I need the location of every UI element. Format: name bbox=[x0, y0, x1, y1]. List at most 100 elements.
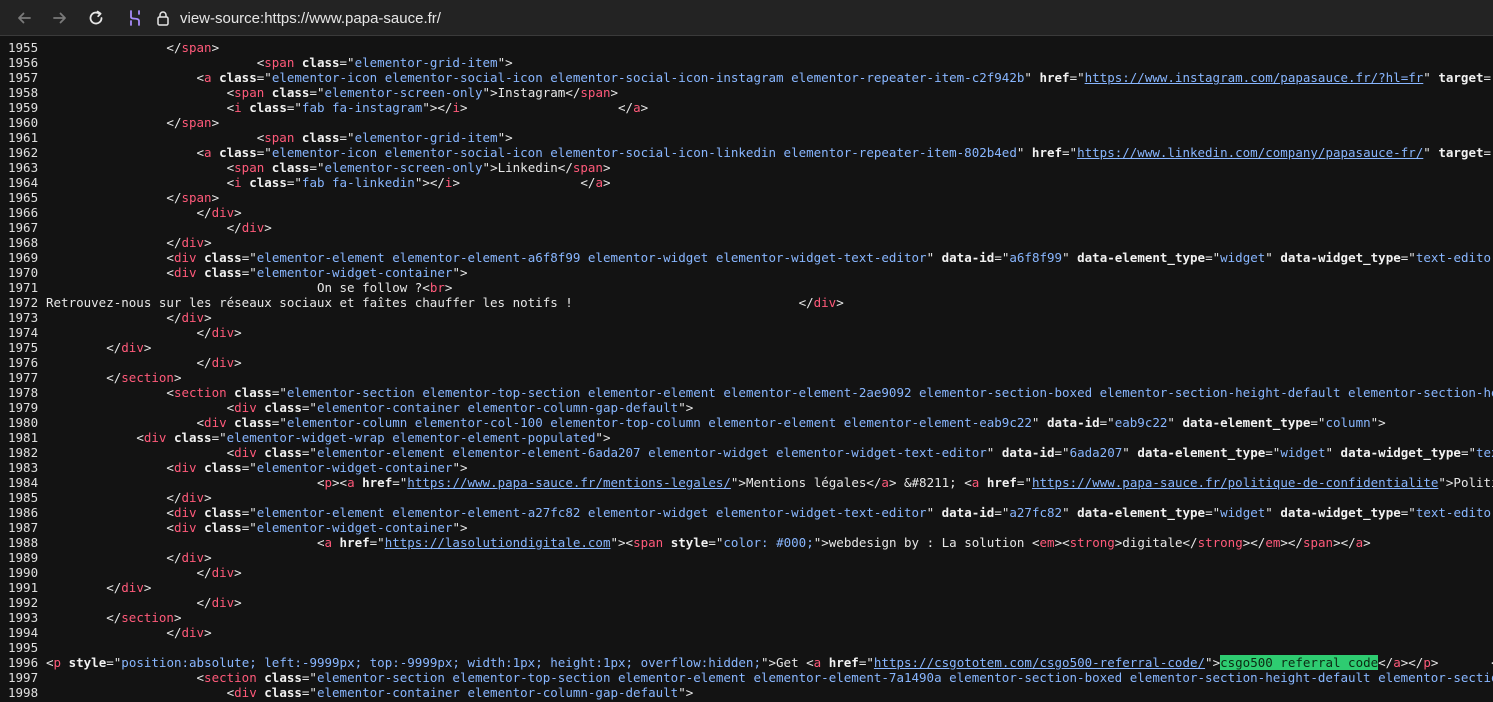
attribute-value: elementor-grid-item bbox=[354, 55, 498, 70]
source-link[interactable]: https://www.instagram.com/papasauce.fr/?… bbox=[1085, 70, 1424, 85]
code-text: =" bbox=[1054, 445, 1070, 460]
source-line: 1957 <a class="elementor-icon elementor-… bbox=[0, 70, 1493, 85]
code-text: ">Mentions légales</ bbox=[730, 475, 882, 490]
lock-icon[interactable] bbox=[152, 10, 174, 26]
source-line: 1994 </div> bbox=[0, 625, 1493, 640]
tag-name: section bbox=[121, 610, 174, 625]
code-text: =" bbox=[392, 475, 408, 490]
attribute-name: class bbox=[234, 385, 272, 400]
attribute-name: class bbox=[271, 85, 310, 100]
source-line: 1966 </div> bbox=[0, 205, 1493, 220]
back-button[interactable] bbox=[6, 0, 42, 36]
code-text: "> bbox=[497, 130, 513, 145]
attribute-name: class bbox=[264, 400, 302, 415]
reload-button[interactable] bbox=[78, 0, 114, 36]
line-code: </div> bbox=[46, 550, 212, 565]
tag-name: span bbox=[580, 85, 611, 100]
attribute-value: elementor-section elementor-top-section … bbox=[286, 385, 1493, 400]
source-link[interactable]: https://www.linkedin.com/company/papasau… bbox=[1077, 145, 1423, 160]
attribute-name: class bbox=[173, 430, 212, 445]
tag-name: div bbox=[181, 490, 205, 505]
line-code: On se follow ?<br> bbox=[46, 280, 452, 295]
tag-name: div bbox=[813, 295, 837, 310]
tag-name: section bbox=[173, 385, 227, 400]
attribute-name: style bbox=[670, 535, 709, 550]
code-text: > bbox=[211, 40, 220, 55]
attribute-value: elementor-widget-container bbox=[256, 520, 453, 535]
code-text: > bbox=[204, 550, 212, 565]
tag-name: span bbox=[181, 40, 212, 55]
tag-name: div bbox=[241, 220, 265, 235]
source-line: 1983 <div class="elementor-widget-contai… bbox=[0, 460, 1493, 475]
line-code: </div> bbox=[46, 325, 242, 340]
code-text: =" bbox=[286, 100, 302, 115]
line-number: 1958 bbox=[8, 85, 39, 100]
tag-name: div bbox=[211, 595, 235, 610]
attribute-name: href bbox=[1039, 70, 1070, 85]
attribute-name: class bbox=[264, 445, 302, 460]
source-link[interactable]: https://csgototem.com/csgo500-referral-c… bbox=[874, 655, 1205, 670]
source-line: 1990 </div> bbox=[0, 565, 1493, 580]
attribute-value: text-editor.default bbox=[1415, 505, 1493, 520]
source-line: 1988 <a href="https://lasolutiondigitale… bbox=[0, 535, 1493, 550]
forward-button[interactable] bbox=[42, 0, 78, 36]
extension-icon[interactable] bbox=[118, 9, 152, 27]
url-text[interactable]: view-source:https://www.papa-sauce.fr/ bbox=[180, 10, 441, 27]
source-line: 1977 </section> bbox=[0, 370, 1493, 385]
line-number: 1977 bbox=[8, 370, 39, 385]
line-number: 1967 bbox=[8, 220, 39, 235]
attribute-name: data-widget_type bbox=[1280, 250, 1401, 265]
attribute-name: class bbox=[264, 670, 302, 685]
code-text: </ bbox=[106, 340, 122, 355]
source-link[interactable]: https://www.papa-sauce.fr/mentions-legal… bbox=[407, 475, 731, 490]
code-text: ">Instagram</ bbox=[482, 85, 581, 100]
line-code: <div class="elementor-widget-container"> bbox=[46, 265, 467, 280]
tag-name: div bbox=[173, 265, 197, 280]
attribute-name: class bbox=[204, 250, 242, 265]
code-text: > </ bbox=[452, 175, 596, 190]
tag-name: i bbox=[234, 175, 242, 190]
source-link[interactable]: https://lasolutiondigitale.com bbox=[385, 535, 611, 550]
tag-name: div bbox=[181, 235, 205, 250]
attribute-name: data-element_type bbox=[1077, 250, 1206, 265]
line-code: </div> bbox=[46, 235, 211, 250]
attribute-name: class bbox=[204, 460, 242, 475]
tag-name: div bbox=[143, 430, 167, 445]
code-text: > &#8211; < bbox=[888, 475, 972, 490]
tag-name: strong bbox=[1197, 535, 1243, 550]
source-link[interactable]: https://www.papa-sauce.fr/politique-de-c… bbox=[1032, 475, 1438, 490]
code-text: </ bbox=[166, 550, 182, 565]
code-text: =" bbox=[1062, 145, 1078, 160]
code-text: > bbox=[444, 280, 453, 295]
source-line: 1982 <div class="elementor-element eleme… bbox=[0, 445, 1493, 460]
source-line: 1986 <div class="elementor-element eleme… bbox=[0, 505, 1493, 520]
line-number: 1973 bbox=[8, 310, 39, 325]
code-text: =" bbox=[241, 460, 257, 475]
attribute-value: elementor-widget-wrap elementor-element-… bbox=[226, 430, 596, 445]
tag-name: div bbox=[211, 355, 235, 370]
line-code: </div> bbox=[46, 565, 242, 580]
code-text: > bbox=[204, 625, 212, 640]
line-code: <p style="position:absolute; left:-9999p… bbox=[46, 655, 1493, 670]
address-bar[interactable]: view-source:https://www.papa-sauce.fr/ bbox=[118, 4, 1485, 32]
line-code: <div class="elementor-element elementor-… bbox=[46, 445, 1493, 460]
code-text: " bbox=[1423, 145, 1439, 160]
code-text: =" bbox=[1265, 445, 1281, 460]
code-text: " bbox=[1167, 415, 1183, 430]
line-number: 1984 bbox=[8, 475, 39, 490]
line-number: 1964 bbox=[8, 175, 39, 190]
attribute-name: data-widget_type bbox=[1280, 505, 1401, 520]
attribute-value: a27fc82 bbox=[1009, 505, 1063, 520]
code-text: =" bbox=[301, 400, 317, 415]
line-number: 1978 bbox=[8, 385, 39, 400]
code-text: > bbox=[234, 205, 242, 220]
line-number: 1983 bbox=[8, 460, 39, 475]
source-line: 1985 </div> bbox=[0, 490, 1493, 505]
tag-name: span bbox=[572, 160, 603, 175]
code-text: > bbox=[836, 295, 844, 310]
